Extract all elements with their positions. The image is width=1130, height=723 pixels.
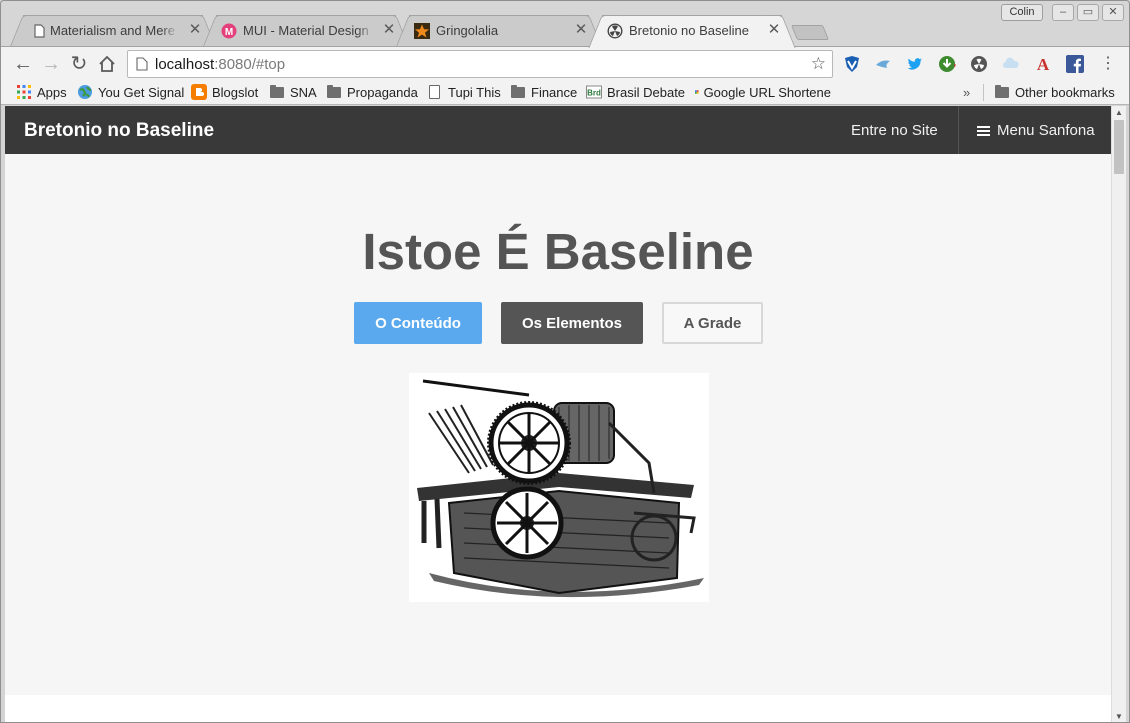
tab-label: MUI - Material Design C <box>243 23 373 38</box>
back-icon[interactable]: ← <box>12 53 34 75</box>
page-info-icon[interactable] <box>136 57 148 71</box>
tab-close-icon[interactable]: ✕ <box>574 22 588 38</box>
bookmark-blogslot[interactable]: Blogslot <box>191 83 258 101</box>
folder-icon <box>327 84 341 98</box>
close-window-icon[interactable]: ✕ <box>1102 4 1124 21</box>
scroll-up-icon[interactable]: ▲ <box>1115 108 1123 117</box>
site-brand[interactable]: Bretonio no Baseline <box>24 120 214 142</box>
profile-button[interactable]: Colin <box>1001 4 1043 21</box>
tab-close-icon[interactable]: ✕ <box>767 22 781 38</box>
reload-icon[interactable]: ↻ <box>68 53 90 75</box>
browser-toolbar: ← → ↻ localhost:8080/#top ☆ A ⋮ <box>1 46 1129 80</box>
bookmarks-bar: Apps You Get Signal Blogslot SNA Propaga… <box>1 80 1129 105</box>
apps-grid-icon <box>17 85 31 99</box>
page-icon <box>34 24 45 38</box>
url-text: localhost:8080/#top <box>155 56 286 73</box>
bookmark-apps[interactable]: Apps <box>16 83 67 101</box>
svg-text:Brd: Brd <box>587 89 601 98</box>
hero-title: Istoe É Baseline <box>362 223 754 280</box>
bookmark-star-icon[interactable]: ☆ <box>811 54 826 74</box>
bird-extension-icon[interactable] <box>874 55 892 73</box>
scroll-thumb[interactable] <box>1114 120 1124 174</box>
bookmark-brasil-debate[interactable]: Brd Brasil Debate <box>586 83 685 101</box>
tab-label: Bretonio no Baseline <box>629 23 749 38</box>
bookmark-propaganda[interactable]: Propaganda <box>327 83 418 101</box>
site-navbar: Bretonio no Baseline Entre no Site Menu … <box>5 106 1111 154</box>
maximize-icon[interactable]: ▭ <box>1077 4 1099 21</box>
bookmark-google-url-shortener[interactable]: Google URL Shortene <box>695 83 831 101</box>
folder-icon <box>511 84 525 98</box>
brd-icon: Brd <box>586 85 602 99</box>
grade-button[interactable]: A Grade <box>662 302 763 344</box>
page-viewport: Bretonio no Baseline Entre no Site Menu … <box>5 106 1111 722</box>
other-bookmarks[interactable]: Other bookmarks <box>995 83 1115 101</box>
elementos-button[interactable]: Os Elementos <box>501 302 643 344</box>
printing-press-image <box>409 373 709 602</box>
page-section <box>5 695 1111 722</box>
folder-icon <box>270 84 284 98</box>
address-bar[interactable]: localhost:8080/#top ☆ <box>127 50 833 78</box>
tab-strip: Materialism and Mere S ✕ M MUI - Materia… <box>1 1 1129 47</box>
menu-label: Menu Sanfona <box>997 122 1095 139</box>
star-logo-icon <box>414 23 430 39</box>
browser-window: Materialism and Mere S ✕ M MUI - Materia… <box>0 0 1130 723</box>
bookmark-finance[interactable]: Finance <box>511 83 577 101</box>
tab-label: Materialism and Mere S <box>50 23 178 38</box>
forward-icon[interactable]: → <box>40 53 62 75</box>
new-tab-button[interactable] <box>790 25 830 40</box>
font-a-icon[interactable]: A <box>1034 55 1052 73</box>
hamburger-icon <box>977 125 990 136</box>
conteudo-button[interactable]: O Conteúdo <box>354 302 482 344</box>
globe-icon <box>78 85 92 99</box>
page-icon <box>429 85 440 99</box>
cloud-extension-icon[interactable] <box>1002 55 1020 73</box>
minimize-icon[interactable]: – <box>1052 4 1074 21</box>
blogger-icon <box>191 84 207 100</box>
tab-label: Gringolalia <box>436 23 499 38</box>
radiation-extension-icon[interactable] <box>970 55 988 73</box>
svg-text:A: A <box>1037 55 1050 73</box>
bookmark-tupi-this[interactable]: Tupi This <box>429 83 501 101</box>
scroll-down-icon[interactable]: ▼ <box>1115 712 1123 721</box>
radiation-logo-icon <box>607 23 623 39</box>
mui-logo-icon: M <box>221 23 237 39</box>
bookmark-you-get-signal[interactable]: You Get Signal <box>77 83 184 101</box>
chrome-menu-icon[interactable]: ⋮ <box>1099 55 1117 73</box>
download-extension-icon[interactable] <box>938 55 956 73</box>
google-icon <box>695 90 699 94</box>
bookmarks-overflow-icon[interactable]: » <box>963 83 970 101</box>
svg-text:M: M <box>225 27 233 38</box>
tab-close-icon[interactable]: ✕ <box>188 22 202 38</box>
nav-link-entre[interactable]: Entre no Site <box>851 122 938 139</box>
facebook-icon[interactable] <box>1066 55 1084 73</box>
bookmark-sna[interactable]: SNA <box>270 83 317 101</box>
vimium-shield-icon[interactable] <box>843 55 861 73</box>
tab-close-icon[interactable]: ✕ <box>382 22 396 38</box>
menu-sanfona-button[interactable]: Menu Sanfona <box>977 122 1095 139</box>
folder-icon <box>995 84 1009 98</box>
vertical-scrollbar[interactable]: ▲ ▼ <box>1111 106 1126 722</box>
home-icon[interactable] <box>97 54 117 74</box>
twitter-icon[interactable] <box>906 55 924 73</box>
